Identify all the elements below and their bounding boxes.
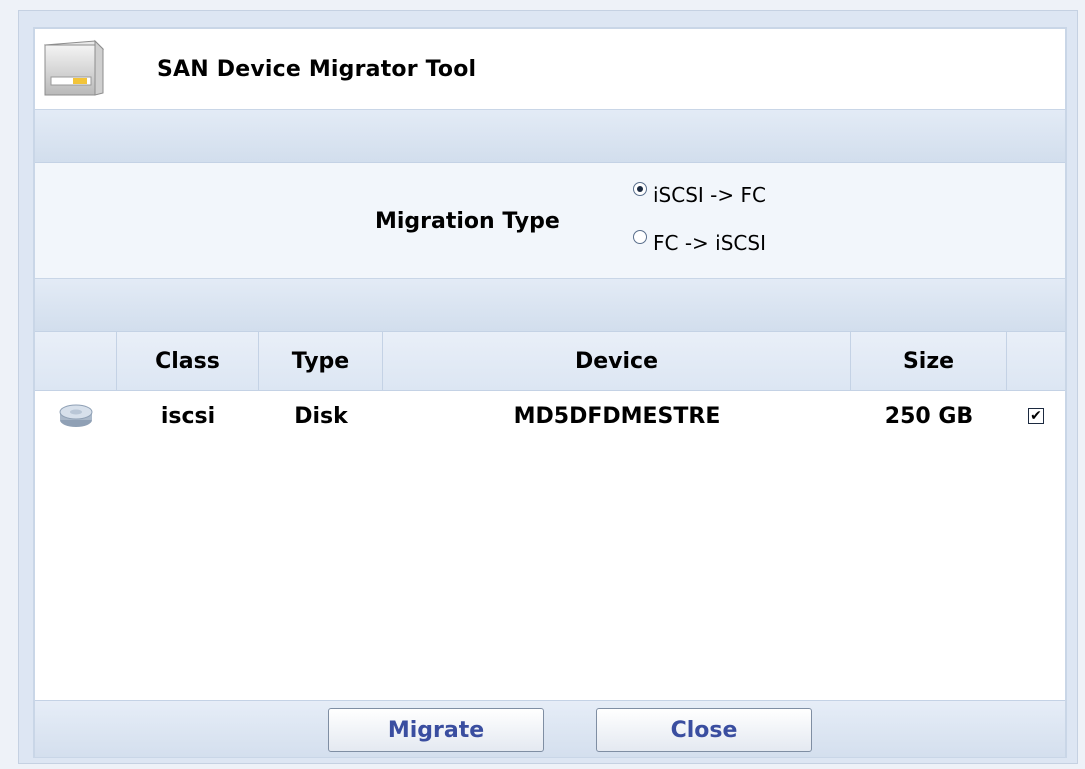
table-header: Class Type Device Size	[35, 332, 1065, 391]
section-bar	[35, 279, 1065, 332]
dialog-title: SAN Device Migrator Tool	[157, 57, 477, 82]
migrate-button[interactable]: Migrate	[328, 708, 544, 752]
cell-type: Disk	[294, 403, 348, 429]
table-row[interactable]: iscsi Disk MD5DFDMESTRE 250 GB ✔	[35, 394, 1065, 438]
column-header-type[interactable]: Type	[259, 332, 383, 390]
migrator-dialog: SAN Device Migrator Tool Migration Type …	[33, 27, 1067, 758]
row-select-checkbox[interactable]: ✔	[1028, 408, 1044, 424]
radio-button-checked[interactable]	[633, 182, 647, 196]
column-header-icon	[35, 332, 117, 390]
column-header-device[interactable]: Device	[383, 332, 851, 390]
disk-icon	[59, 404, 93, 427]
header-bar	[35, 110, 1065, 163]
storage-device-icon	[43, 39, 105, 96]
column-header-size[interactable]: Size	[851, 332, 1007, 390]
radio-label: FC -> iSCSI	[653, 231, 766, 255]
column-header-class[interactable]: Class	[117, 332, 259, 390]
column-header-select	[1007, 332, 1065, 390]
radio-label: iSCSI -> FC	[653, 183, 766, 207]
cell-device: MD5DFDMESTRE	[513, 403, 721, 429]
radio-button[interactable]	[633, 230, 647, 244]
migration-type-label: Migration Type	[375, 209, 560, 234]
radio-option-iscsi-to-fc[interactable]: iSCSI -> FC	[633, 182, 766, 207]
radio-option-fc-to-iscsi[interactable]: FC -> iSCSI	[633, 230, 766, 255]
title-bar: SAN Device Migrator Tool	[35, 29, 1065, 110]
footer-bar: Migrate Close	[35, 700, 1065, 757]
cell-size: 250 GB	[884, 403, 974, 429]
close-button[interactable]: Close	[596, 708, 812, 752]
cell-class: iscsi	[160, 403, 216, 429]
migration-type-section: Migration Type iSCSI -> FC FC -> iSCSI	[35, 163, 1065, 279]
